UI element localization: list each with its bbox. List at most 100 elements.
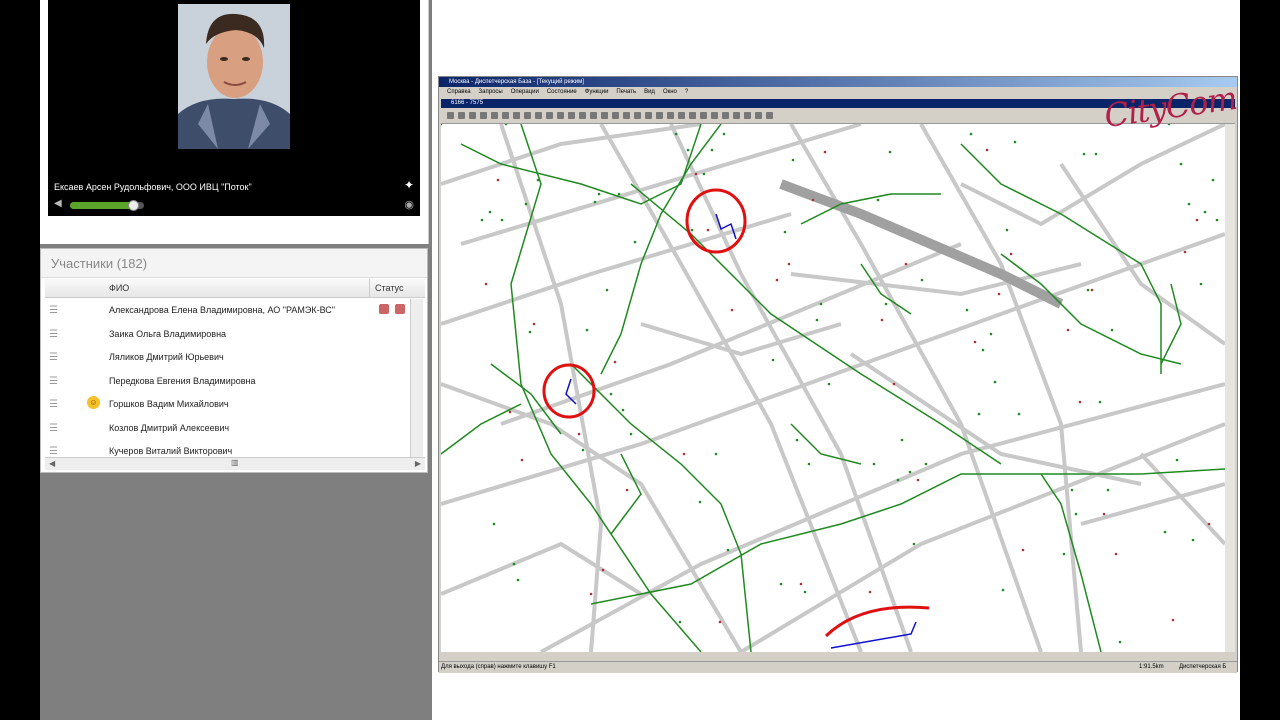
toolbar-tool-icon[interactable] [469,112,476,119]
map-node [528,330,532,334]
participant-row[interactable]: ☰ Козлов Дмитрий Алексеевич [45,417,411,440]
map-node [795,438,799,442]
toolbar-tool-icon[interactable] [447,112,454,119]
row-menu-icon[interactable]: ☰ [49,305,58,316]
menu-item[interactable]: Функции [585,89,609,95]
toolbar-tool-icon[interactable] [755,112,762,119]
participants-vscrollbar[interactable] [410,299,423,457]
map-node [1175,458,1179,462]
map-node [625,488,629,492]
toolbar-tool-icon[interactable] [667,112,674,119]
menu-item[interactable]: Печать [616,89,636,95]
toolbar-tool-icon[interactable] [733,112,740,119]
toolbar-tool-icon[interactable] [579,112,586,119]
menu-item[interactable]: Окно [663,89,677,95]
map-node [1013,140,1017,144]
toolbar-tool-icon[interactable] [590,112,597,119]
volume-icon[interactable]: ◀ [54,198,62,209]
toolbar-tool-icon[interactable] [491,112,498,119]
row-menu-icon[interactable]: ☰ [49,329,58,340]
toolbar-tool-icon[interactable] [722,112,729,119]
camera-icon[interactable]: ◉ [404,198,414,211]
map-node [512,562,516,566]
map-node [730,308,734,312]
map-node [815,318,819,322]
map-node [674,132,678,136]
toolbar-tool-icon[interactable] [601,112,608,119]
toolbar-tool-icon[interactable] [502,112,509,119]
toolbar-tool-icon[interactable] [458,112,465,119]
participant-row[interactable]: ☰ Заика Ольга Владимировна [45,323,411,346]
participant-row[interactable]: ☰ Александрова Елена Владимировна, АО "РА… [45,299,411,322]
toolbar-tool-icon[interactable] [513,112,520,119]
map-node [722,132,726,136]
row-menu-icon[interactable]: ☰ [49,446,58,457]
map-node [714,452,718,456]
scroll-right-icon[interactable]: ▶ [415,459,421,468]
row-menu-icon[interactable]: ☰ [49,399,58,410]
toolbar-tool-icon[interactable] [711,112,718,119]
map-node [710,148,714,152]
row-menu-icon[interactable]: ☰ [49,423,58,434]
toolbar-tool-icon[interactable] [700,112,707,119]
scroll-thumb-icon[interactable]: ▥ [231,458,239,467]
menu-item[interactable]: Запросы [479,89,503,95]
row-menu-icon[interactable]: ☰ [49,352,58,363]
status-mode: Диспетчерская Б [1179,664,1227,670]
toolbar-tool-icon[interactable] [557,112,564,119]
toolbar-tool-icon[interactable] [568,112,575,119]
map-node [1187,202,1191,206]
map-network-line [590,468,1225,605]
toolbar-tool-icon[interactable] [766,112,773,119]
volume-slider[interactable] [70,200,144,211]
menu-item[interactable]: Справка [447,89,471,95]
column-status[interactable]: Статус [375,283,403,293]
map-node [532,322,536,326]
map-node [617,192,621,196]
participant-row[interactable]: ☰ Ляликов Дмитрий Юрьевич [45,346,411,369]
map-road [499,124,604,652]
toolbar-tool-icon[interactable] [612,112,619,119]
menu-item[interactable]: ? [685,89,688,95]
toolbar-tool-icon[interactable] [535,112,542,119]
toolbar-tool-icon[interactable] [634,112,641,119]
toolbar-tool-icon[interactable] [689,112,696,119]
toolbar-tool-icon[interactable] [623,112,630,119]
map-node [771,358,775,362]
map-vscrollbar[interactable] [1225,124,1235,652]
map-node [1066,328,1070,332]
participant-row[interactable]: ☰ Кучеров Виталий Викторович [45,440,411,457]
map-node [726,548,730,552]
map-node [484,282,488,286]
volume-knob[interactable] [127,200,139,211]
toolbar-tool-icon[interactable] [546,112,553,119]
map-node [1199,282,1203,286]
participants-hscrollbar[interactable]: ◀ ▥ ▶ [45,457,425,470]
map-road [441,541,643,596]
toolbar-tool-icon[interactable] [678,112,685,119]
map-node [908,470,912,474]
map-node [1078,400,1082,404]
map-node [969,132,973,136]
row-menu-icon[interactable]: ☰ [49,376,58,387]
menu-item[interactable]: Операции [511,89,539,95]
participant-row[interactable]: ☰ Передкова Евгения Владимировна [45,370,411,393]
map-node [775,278,779,282]
toolbar-tool-icon[interactable] [524,112,531,119]
toolbar-tool-icon[interactable] [645,112,652,119]
column-fio[interactable]: ФИО [109,283,129,293]
map-node [706,228,710,232]
participant-name: Передкова Евгения Владимировна [109,375,256,386]
map-node [1163,530,1167,534]
pin-icon[interactable]: ✦ [404,178,414,192]
map-node [516,578,520,582]
participant-row[interactable]: ☰ ☺ Горшков Вадим Михайлович [45,393,411,416]
network-map[interactable] [441,124,1225,652]
menu-item[interactable]: Вид [644,89,655,95]
menu-item[interactable]: Состояние [547,89,577,95]
webinar-panel: Ексаев Арсен Рудольфович, ООО ИВЦ "Поток… [40,0,432,720]
toolbar-tool-icon[interactable] [744,112,751,119]
toolbar-tool-icon[interactable] [656,112,663,119]
scroll-left-icon[interactable]: ◀ [49,459,55,468]
toolbar-tool-icon[interactable] [480,112,487,119]
